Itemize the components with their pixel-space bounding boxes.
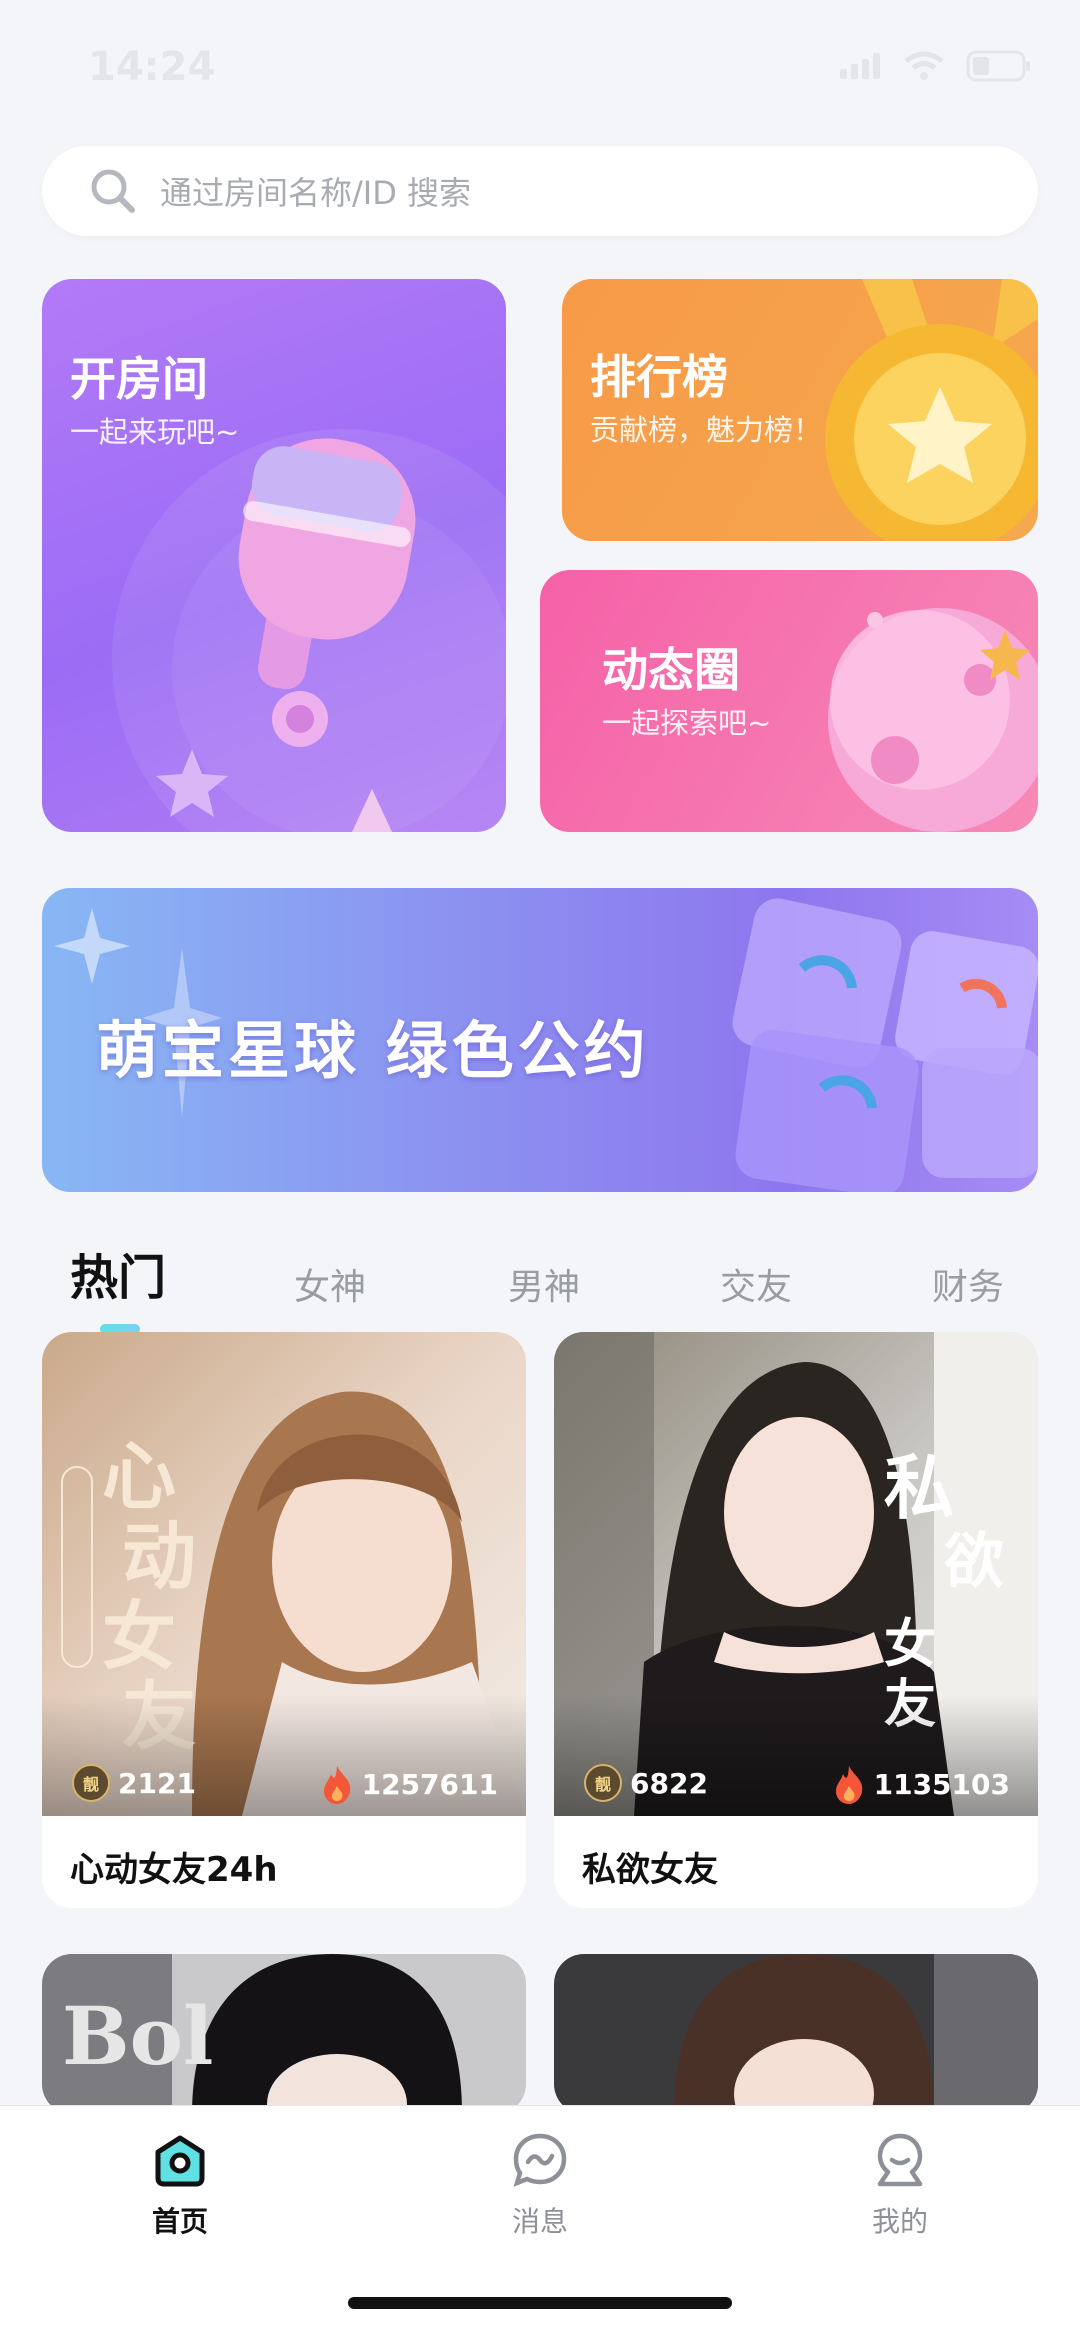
- room-stats: 靓 6822 1135103: [554, 1752, 1038, 1816]
- tab-finance[interactable]: 财务: [932, 1258, 1004, 1310]
- cover-title: Bol: [62, 1989, 213, 2083]
- home-indicator[interactable]: [348, 2297, 732, 2309]
- tab-god[interactable]: 男神: [508, 1258, 580, 1310]
- tab-friends[interactable]: 交友: [720, 1258, 792, 1310]
- room-stats: 靓 2121 1257611: [42, 1752, 526, 1816]
- room-card[interactable]: 私 欲 女 友 靓 6822 1135103 私欲女友: [554, 1332, 1038, 1908]
- fire-icon: [835, 1766, 862, 1804]
- member-count-value: 6822: [630, 1766, 708, 1800]
- fire-icon: [323, 1766, 350, 1804]
- medal-icon: [825, 279, 1038, 541]
- tab-hot[interactable]: 热门: [70, 1238, 166, 1308]
- heat-value: 1135103: [873, 1767, 1010, 1801]
- tabbar-messages-label: 消息: [511, 2205, 568, 2238]
- open-room-card[interactable]: 开房间 一起来玩吧~: [42, 279, 506, 832]
- member-count: 靓 6822: [584, 1764, 708, 1802]
- level-badge-icon: 靓: [584, 1764, 622, 1802]
- status-bar: 14:24: [0, 0, 1080, 130]
- status-time: 14:24: [88, 44, 216, 90]
- tabbar-messages[interactable]: 消息: [480, 2130, 600, 2240]
- tab-goddess[interactable]: 女神: [294, 1258, 366, 1310]
- moments-card[interactable]: 动态圈 一起探索吧~: [540, 570, 1038, 832]
- microphone-icon: [112, 429, 506, 832]
- room-card[interactable]: Bol: [42, 1954, 526, 2114]
- home-icon: [155, 2135, 205, 2187]
- room-card[interactable]: [554, 1954, 1038, 2114]
- room-card[interactable]: 心 动 女 友 靓 2121 1257611 心动女友24h: [42, 1332, 526, 1908]
- search-bar[interactable]: 通过房间名称/ID 搜索: [42, 146, 1038, 236]
- status-icons: [840, 50, 1032, 82]
- profile-icon: [877, 2133, 923, 2187]
- search-icon: [91, 169, 135, 213]
- room-cover-image: 私 欲 女 友: [554, 1332, 1038, 1816]
- room-cover-image: 心 动 女 友: [42, 1332, 526, 1816]
- tabbar-profile-label: 我的: [871, 2205, 928, 2238]
- ranking-card[interactable]: 排行榜 贡献榜，魅力榜！: [562, 279, 1038, 541]
- room-cover-image: Bol: [42, 1954, 526, 2114]
- wifi-icon: [904, 51, 944, 80]
- heat-count: 1135103: [832, 1764, 1010, 1804]
- planet-icon: [828, 608, 1038, 832]
- signal-icon: [840, 53, 880, 79]
- member-count: 靓 2121: [72, 1764, 196, 1802]
- tabbar-profile[interactable]: 我的: [840, 2130, 960, 2240]
- heat-count: 1257611: [320, 1764, 498, 1804]
- message-icon: [513, 2133, 567, 2187]
- room-cover-image: [554, 1954, 1038, 2114]
- heat-value: 1257611: [361, 1767, 498, 1801]
- member-count-value: 2121: [118, 1766, 196, 1800]
- banner-slogan: 萌宝星球 绿色公约: [96, 1014, 650, 1087]
- search-placeholder: 通过房间名称/ID 搜索: [160, 174, 472, 212]
- promo-banner[interactable]: 萌宝星球 绿色公约: [42, 888, 1038, 1192]
- tabbar-home[interactable]: 首页: [120, 2130, 240, 2240]
- category-tabs: 热门 女神 男神 交友 财务: [0, 1248, 1080, 1338]
- level-badge-icon: 靓: [72, 1764, 110, 1802]
- room-name: 私欲女友: [582, 1850, 718, 1890]
- tabbar-home-label: 首页: [151, 2205, 208, 2238]
- battery-icon: [966, 50, 1030, 82]
- room-name: 心动女友24h: [70, 1850, 278, 1890]
